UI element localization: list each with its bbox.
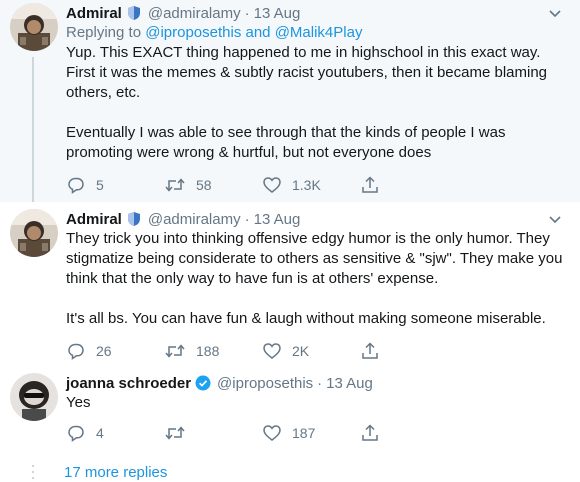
retweet-count: 58 (196, 177, 212, 193)
share-button[interactable] (360, 175, 458, 195)
shield-badge-icon (126, 211, 142, 227)
retweet-button[interactable]: 188 (164, 341, 262, 361)
like-count: 2K (292, 343, 310, 359)
reply-icon (68, 177, 84, 194)
retweet-button[interactable] (164, 423, 262, 443)
tweet-paragraph: Yup. This EXACT thing happened to me in … (66, 44, 548, 101)
retweet-icon (165, 178, 185, 192)
separator: · (244, 210, 250, 228)
handle[interactable]: @admiralamy (148, 211, 241, 228)
display-name[interactable]: Admiral (66, 211, 122, 228)
heart-icon (263, 343, 281, 359)
reply-icon (68, 425, 84, 442)
verified-badge-icon (195, 375, 211, 391)
like-button[interactable]: 1.3K (262, 175, 360, 195)
tweet-2[interactable]: Admiral @admiralamy · 13 Aug They trick … (0, 202, 580, 367)
tweet-header: Admiral @admiralamy · 13 Aug (66, 3, 565, 23)
reply-button[interactable]: 5 (66, 175, 164, 195)
avatar-column (10, 373, 62, 452)
tweet-paragraph: Yes (66, 394, 91, 411)
separator: · (317, 374, 323, 392)
reply-icon (68, 343, 84, 360)
timestamp[interactable]: 13 Aug (254, 5, 301, 22)
action-bar: 4 187 (66, 417, 565, 449)
more-replies-link[interactable]: 17 more replies (62, 464, 167, 481)
reply-count: 5 (96, 177, 104, 193)
tweet-text: Yes (66, 393, 565, 413)
share-icon (362, 424, 378, 441)
mention-link[interactable]: @iproposethis (145, 24, 241, 41)
chevron-down-icon[interactable] (545, 3, 565, 23)
tweet-1[interactable]: Admiral @admiralamy · 13 Aug Replying to… (0, 0, 580, 202)
avatar-column (10, 3, 62, 202)
like-count: 187 (292, 425, 316, 441)
avatar[interactable] (10, 3, 58, 51)
tweet-paragraph: It's all bs. You can have fun & laugh wi… (66, 310, 546, 327)
action-bar: 5 58 1.3K (66, 169, 565, 201)
share-button[interactable] (360, 341, 458, 361)
like-button[interactable]: 187 (262, 423, 360, 443)
reply-count: 4 (96, 425, 104, 441)
tweet-paragraph: Eventually I was able to see through tha… (66, 124, 506, 161)
share-icon (362, 342, 378, 359)
timestamp[interactable]: 13 Aug (254, 211, 301, 228)
tweet-header: Admiral @admiralamy · 13 Aug (66, 209, 565, 229)
tweet-paragraph: They trick you into thinking offensive e… (66, 230, 563, 287)
retweet-icon (165, 344, 185, 358)
tweet-text: Yup. This EXACT thing happened to me in … (66, 43, 565, 163)
tweet-3[interactable]: joanna schroeder @iproposethis · 13 Aug … (0, 367, 580, 452)
mention-conjunction[interactable]: and (241, 24, 274, 41)
avatar[interactable] (10, 209, 58, 257)
share-icon (362, 176, 378, 193)
mention-link[interactable]: @Malik4Play (275, 24, 363, 41)
avatar-column (10, 209, 62, 367)
heart-icon (263, 177, 281, 193)
like-button[interactable]: 2K (262, 341, 360, 361)
avatar[interactable] (10, 373, 58, 421)
thread-line (32, 57, 34, 202)
display-name[interactable]: Admiral (66, 5, 122, 22)
separator: · (244, 4, 250, 22)
shield-badge-icon (126, 5, 142, 21)
handle[interactable]: @admiralamy (148, 5, 241, 22)
replying-to: Replying to @iproposethis and @Malik4Pla… (66, 23, 565, 43)
display-name[interactable]: joanna schroeder (66, 375, 191, 392)
retweet-icon (165, 426, 185, 440)
reply-button[interactable]: 26 (66, 341, 164, 361)
heart-icon (263, 425, 281, 441)
thread-dots (10, 465, 62, 479)
share-button[interactable] (360, 423, 458, 443)
retweet-count: 188 (196, 343, 220, 359)
tweet-text: They trick you into thinking offensive e… (66, 229, 565, 329)
like-count: 1.3K (292, 177, 321, 193)
reply-button[interactable]: 4 (66, 423, 164, 443)
reply-count: 26 (96, 343, 112, 359)
retweet-button[interactable]: 58 (164, 175, 262, 195)
timestamp[interactable]: 13 Aug (326, 375, 373, 392)
action-bar: 26 188 2K (66, 335, 565, 367)
tweet-header: joanna schroeder @iproposethis · 13 Aug (66, 373, 565, 393)
chevron-down-icon[interactable] (545, 209, 565, 229)
more-replies-row[interactable]: 17 more replies (0, 452, 580, 482)
handle[interactable]: @iproposethis (217, 375, 313, 392)
replying-prefix: Replying to (66, 24, 146, 41)
